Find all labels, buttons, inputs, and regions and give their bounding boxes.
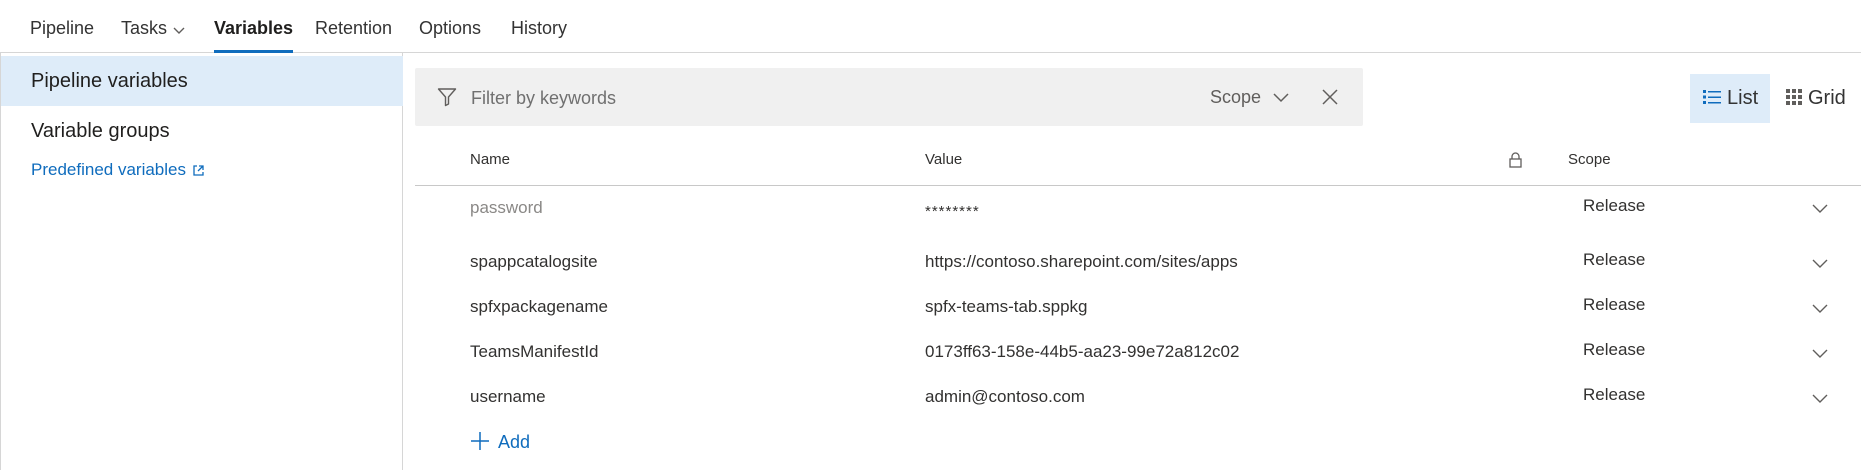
variable-value-spfxpackagename[interactable]: spfx-teams-tab.sppkg — [925, 297, 1088, 317]
tab-history[interactable]: History — [511, 0, 567, 53]
chevron-down-icon[interactable] — [1812, 201, 1828, 219]
variable-scope-username[interactable]: Release — [1583, 385, 1645, 405]
predefined-variables-label: Predefined variables — [31, 160, 186, 179]
chevron-down-icon — [1273, 93, 1289, 103]
filter-icon — [437, 87, 457, 112]
tab-tasks[interactable]: Tasks — [121, 0, 185, 53]
chevron-down-icon[interactable] — [1812, 301, 1828, 319]
header-divider — [415, 185, 1861, 186]
variable-name-password[interactable]: password — [470, 198, 543, 218]
tab-label: Variables — [214, 18, 294, 38]
variable-scope-password[interactable]: Release — [1583, 196, 1645, 216]
variable-scope-spfxpackagename[interactable]: Release — [1583, 295, 1645, 315]
chevron-down-icon — [173, 1, 185, 58]
column-header-scope[interactable]: Scope — [1568, 151, 1611, 168]
column-header-value[interactable]: Value — [925, 151, 962, 168]
tab-label: Tasks — [121, 18, 168, 38]
variable-name-spfxpackagename[interactable]: spfxpackagename — [470, 297, 608, 317]
add-variable-label: Add — [498, 432, 531, 452]
grid-view-button[interactable]: Grid — [1783, 74, 1861, 123]
variable-value-password[interactable]: ******** — [925, 203, 980, 220]
variable-value-spappcatalogsite[interactable]: https://contoso.sharepoint.com/sites/app… — [925, 252, 1238, 272]
tab-label: Pipeline — [30, 18, 95, 38]
variable-value-username[interactable]: admin@contoso.com — [925, 387, 1085, 407]
list-icon — [1703, 89, 1721, 104]
grid-view-label: Grid — [1808, 87, 1846, 109]
variable-value-teamsmanifestid[interactable]: 0173ff63-158e-44b5-aa23-99e72a812c02 — [925, 342, 1239, 362]
tab-options[interactable]: Options — [419, 0, 481, 53]
variables-left-panel: Pipeline variables Variable groups Prede… — [0, 53, 403, 470]
external-link-icon — [193, 165, 204, 176]
filter-bar: Scope — [415, 68, 1363, 126]
scope-filter-label: Scope — [1210, 87, 1262, 107]
chevron-down-icon[interactable] — [1812, 391, 1828, 409]
tab-retention[interactable]: Retention — [315, 0, 392, 53]
scope-filter-dropdown[interactable]: Scope — [1210, 68, 1289, 126]
plus-icon — [471, 432, 489, 451]
column-header-name[interactable]: Name — [470, 151, 510, 168]
grid-icon — [1786, 88, 1802, 105]
chevron-down-icon[interactable] — [1812, 346, 1828, 364]
tab-variables[interactable]: Variables — [214, 0, 294, 53]
predefined-variables-link[interactable]: Predefined variables — [31, 160, 205, 180]
lock-icon — [1509, 152, 1522, 172]
sidebar-item-pipeline-variables[interactable]: Pipeline variables — [1, 56, 403, 106]
sidebar-item-label: Variable groups — [31, 120, 170, 142]
tab-label: Retention — [315, 18, 393, 38]
variable-scope-spappcatalogsite[interactable]: Release — [1583, 250, 1645, 270]
add-variable-button[interactable]: Add — [470, 432, 530, 453]
close-icon[interactable] — [1321, 88, 1339, 111]
list-view-button[interactable]: List — [1690, 74, 1770, 123]
sidebar-item-variable-groups[interactable]: Variable groups — [1, 106, 403, 156]
pipeline-tab-bar: Pipeline Tasks Variables Retention Optio… — [0, 0, 1861, 53]
variable-name-teamsmanifestid[interactable]: TeamsManifestId — [470, 342, 599, 362]
sidebar-item-label: Pipeline variables — [31, 70, 188, 92]
tab-label: History — [511, 18, 568, 38]
list-view-label: List — [1727, 87, 1759, 109]
tab-label: Options — [419, 18, 482, 38]
variable-name-username[interactable]: username — [470, 387, 546, 407]
variable-name-spappcatalogsite[interactable]: spappcatalogsite — [470, 252, 598, 272]
variable-scope-teamsmanifestid[interactable]: Release — [1583, 340, 1645, 360]
tab-pipeline[interactable]: Pipeline — [30, 0, 94, 53]
chevron-down-icon[interactable] — [1812, 256, 1828, 274]
keyword-filter-input[interactable] — [469, 82, 1073, 114]
